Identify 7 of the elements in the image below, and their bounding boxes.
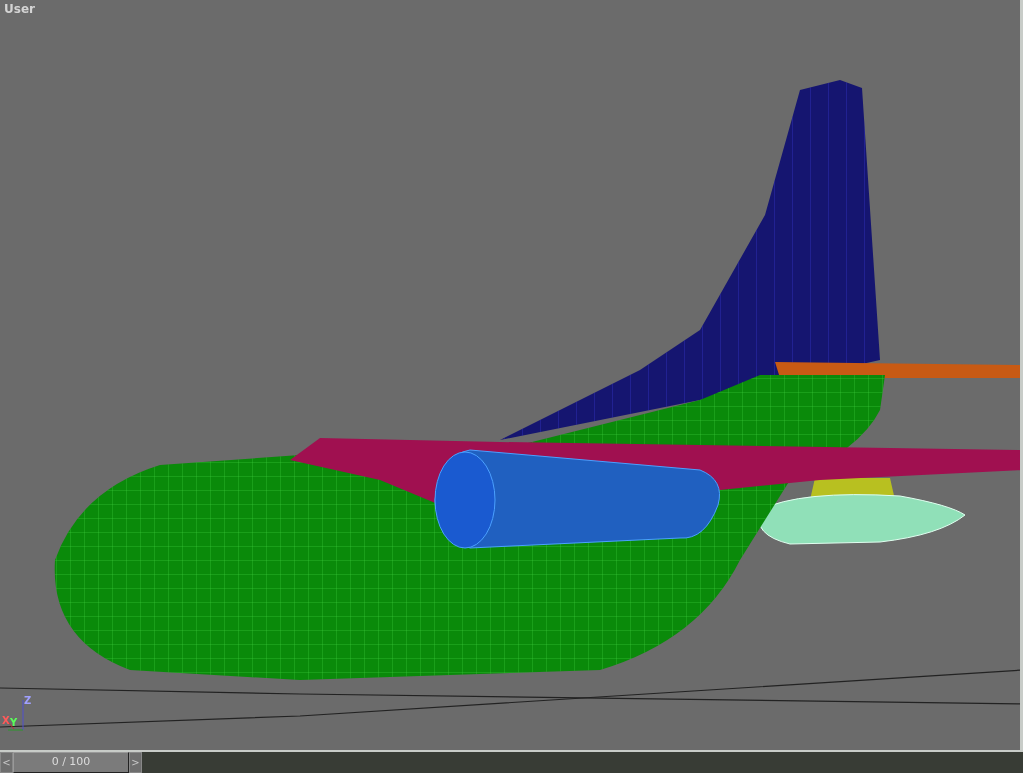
time-slider-thumb[interactable]: 0 / 100 xyxy=(13,752,129,773)
axis-label: X xyxy=(2,715,10,726)
axis-label: Z xyxy=(24,695,32,706)
next-frame-button[interactable]: > xyxy=(129,752,142,773)
viewport-label: User xyxy=(4,1,35,18)
previous-frame-button[interactable]: < xyxy=(0,752,13,773)
axis-label: Y xyxy=(10,717,18,728)
